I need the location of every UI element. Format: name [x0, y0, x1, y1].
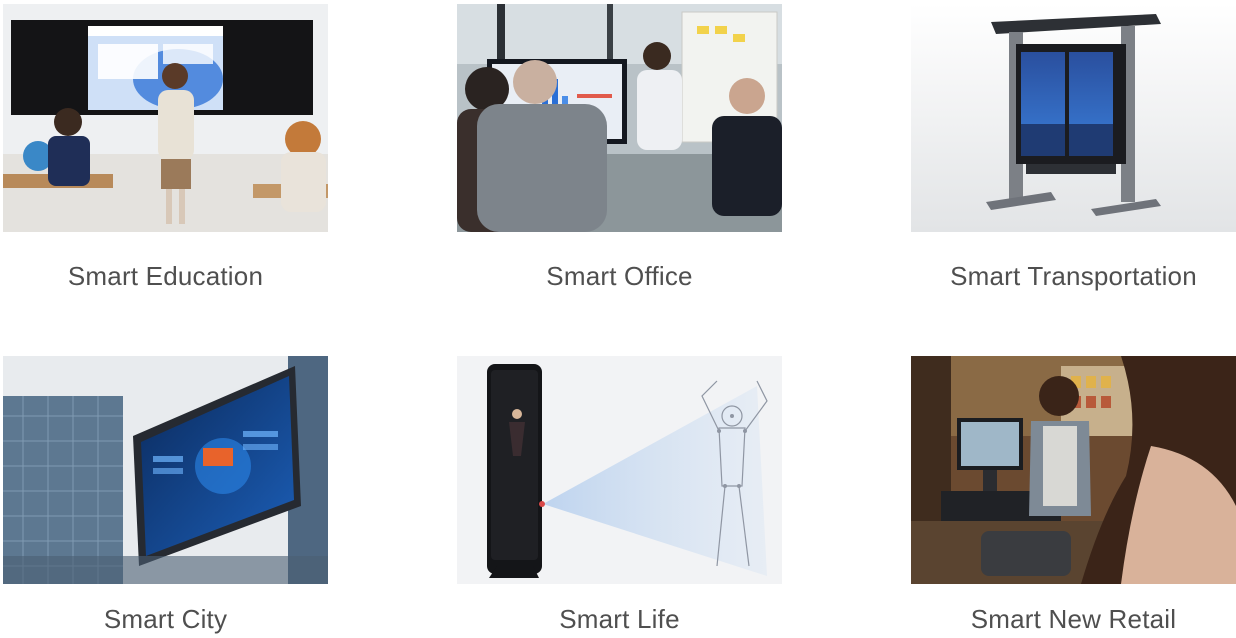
- scenario-card-smart-new-retail[interactable]: Smart New Retail: [911, 356, 1236, 635]
- scenario-label[interactable]: Smart Education: [3, 261, 328, 292]
- scenario-label[interactable]: Smart New Retail: [911, 604, 1236, 635]
- smart-fitness-mirror-image[interactable]: [457, 356, 782, 584]
- scenario-card-smart-transportation[interactable]: Smart Transportation: [911, 4, 1236, 292]
- scenario-label[interactable]: Smart City: [3, 604, 328, 635]
- office-meeting-display-image[interactable]: [457, 4, 782, 232]
- scenario-label[interactable]: Smart Office: [457, 261, 782, 292]
- classroom-interactive-whiteboard-image[interactable]: [3, 4, 328, 232]
- retail-pos-checkout-image[interactable]: [911, 356, 1236, 584]
- scenario-card-smart-city[interactable]: Smart City: [3, 356, 328, 635]
- outdoor-bus-stop-kiosk-image[interactable]: [911, 4, 1236, 232]
- scenario-card-smart-office[interactable]: Smart Office: [457, 4, 782, 292]
- scenario-label[interactable]: Smart Life: [457, 604, 782, 635]
- scenario-card-smart-life[interactable]: Smart Life: [457, 356, 782, 635]
- scenario-card-smart-education[interactable]: Smart Education: [3, 4, 328, 292]
- scenario-label[interactable]: Smart Transportation: [911, 261, 1236, 292]
- building-led-billboard-image[interactable]: [3, 356, 328, 584]
